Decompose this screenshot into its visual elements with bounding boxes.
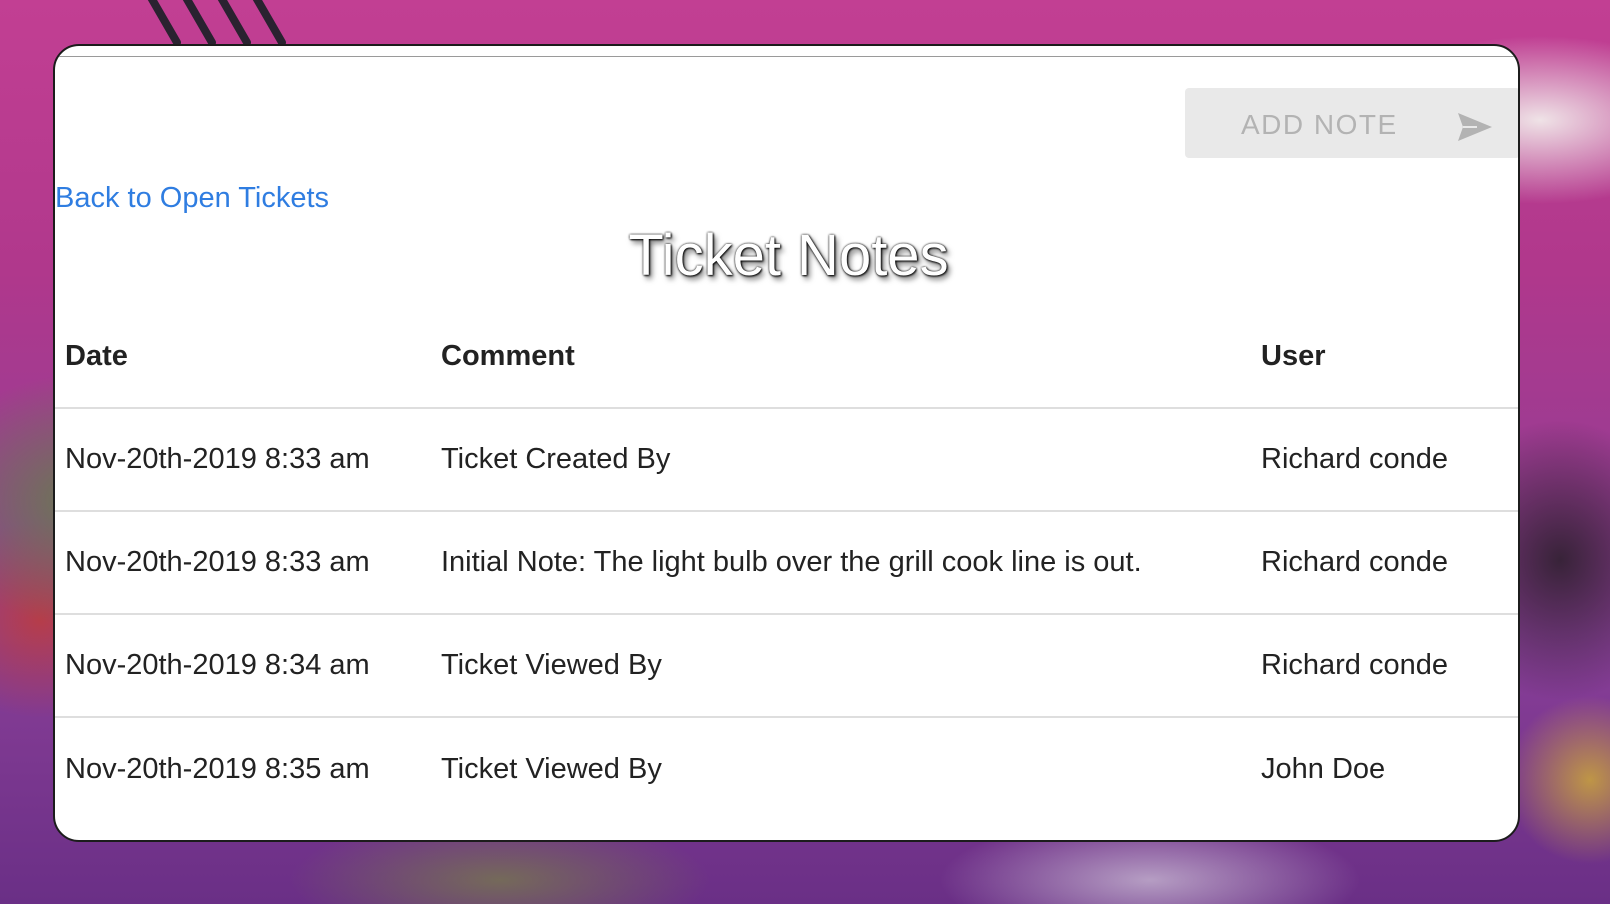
row-comment: Ticket Created By: [441, 443, 671, 475]
card-divider: [55, 56, 1518, 57]
fork-decoration: [140, 0, 320, 50]
row-date: Nov-20th-2019 8:33 am: [65, 443, 370, 475]
row-comment: Ticket Viewed By: [441, 753, 662, 785]
table-row: Nov-20th-2019 8:33 am Initial Note: The …: [55, 512, 1518, 615]
send-arrow-icon: [1458, 113, 1492, 141]
row-user: Richard conde: [1261, 649, 1448, 681]
column-header-user: User: [1261, 340, 1326, 372]
column-header-date: Date: [65, 340, 128, 372]
table-header-row: Date Comment User: [55, 306, 1518, 409]
row-user: John Doe: [1261, 753, 1386, 785]
column-header-comment: Comment: [441, 340, 575, 372]
row-comment: Initial Note: The light bulb over the gr…: [441, 546, 1142, 578]
add-note-button[interactable]: ADD NOTE: [1185, 88, 1518, 158]
row-date: Nov-20th-2019 8:34 am: [65, 649, 370, 681]
notes-table: Date Comment User Nov-20th-2019 8:33 am …: [55, 306, 1518, 821]
row-user: Richard conde: [1261, 546, 1448, 578]
page-title: Ticket Notes: [628, 223, 949, 288]
row-comment: Ticket Viewed By: [441, 649, 662, 681]
ticket-notes-card: ADD NOTE Back to Open Tickets Ticket Not…: [53, 44, 1520, 842]
back-to-open-tickets-link[interactable]: Back to Open Tickets: [55, 182, 329, 215]
row-date: Nov-20th-2019 8:35 am: [65, 753, 370, 785]
row-user: Richard conde: [1261, 443, 1448, 475]
row-date: Nov-20th-2019 8:33 am: [65, 546, 370, 578]
add-note-label: ADD NOTE: [1241, 109, 1398, 140]
table-row: Nov-20th-2019 8:33 am Ticket Created By …: [55, 409, 1518, 512]
table-row: Nov-20th-2019 8:35 am Ticket Viewed By J…: [55, 718, 1518, 821]
table-row: Nov-20th-2019 8:34 am Ticket Viewed By R…: [55, 615, 1518, 718]
